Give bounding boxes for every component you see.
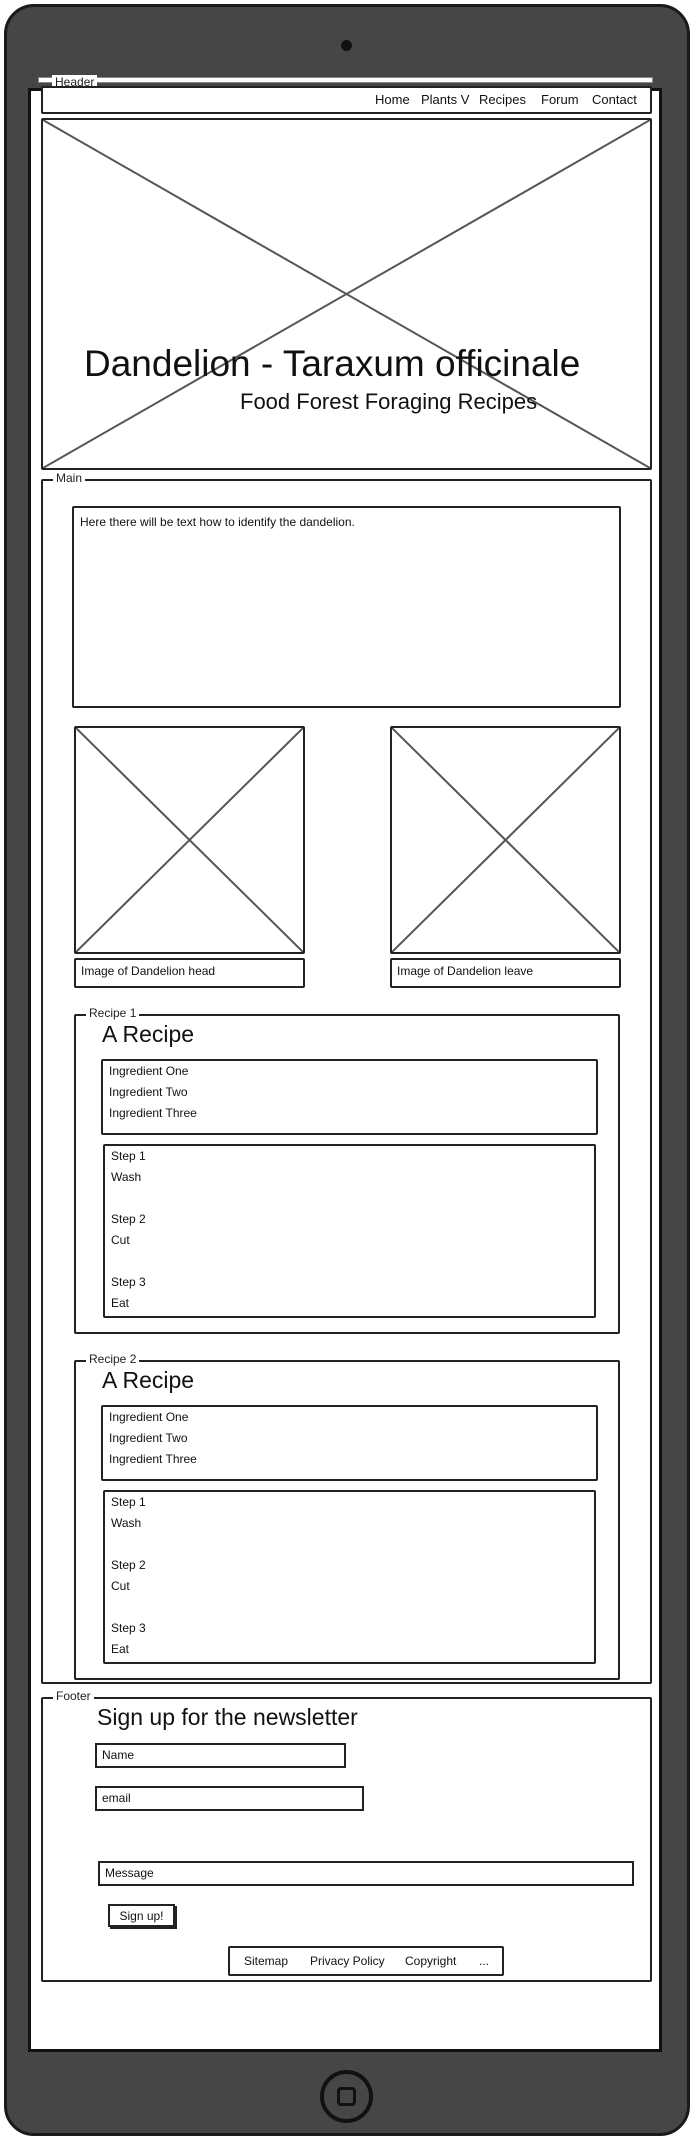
steps-box: Step 1 Wash Step 2 Cut Step 3 Eat bbox=[103, 1144, 596, 1318]
home-square-icon bbox=[337, 2087, 356, 2106]
hero-title: Dandelion - Taraxum officinale bbox=[84, 343, 581, 384]
image-placeholder-icon bbox=[43, 120, 650, 468]
image-placeholder-icon bbox=[392, 728, 619, 952]
nav-contact[interactable]: Contact bbox=[592, 92, 637, 108]
name-field[interactable]: Name bbox=[95, 1743, 346, 1768]
image-dandelion-leave bbox=[390, 726, 621, 954]
recipe-title: A Recipe bbox=[102, 1367, 195, 1393]
ingredients-box: Ingredient One Ingredient Two Ingredient… bbox=[101, 1059, 598, 1135]
nav-forum[interactable]: Forum bbox=[541, 92, 579, 108]
message-field[interactable]: Message bbox=[98, 1861, 634, 1886]
header-top-strip bbox=[38, 77, 653, 83]
image-caption: Image of Dandelion leave bbox=[390, 958, 621, 988]
steps-list: Step 1 Wash Step 2 Cut Step 3 Eat bbox=[111, 1495, 146, 1656]
ingredients-list: Ingredient One Ingredient Two Ingredient… bbox=[109, 1410, 197, 1466]
recipe-legend: Recipe 2 bbox=[86, 1352, 140, 1366]
nav-recipes[interactable]: Recipes bbox=[479, 92, 526, 108]
intro-text-box: Here there will be text how to identify … bbox=[72, 506, 621, 708]
steps-list: Step 1 Wash Step 2 Cut Step 3 Eat bbox=[111, 1149, 146, 1310]
hero-image-placeholder bbox=[41, 118, 652, 470]
nav-plants[interactable]: Plants V bbox=[421, 92, 469, 108]
footer-link-privacy-policy[interactable]: Privacy Policy bbox=[310, 1953, 385, 1969]
email-field[interactable]: email bbox=[95, 1786, 364, 1811]
recipe-title: A Recipe bbox=[102, 1021, 195, 1047]
main-legend: Main bbox=[53, 471, 86, 485]
footer-section bbox=[41, 1697, 652, 1982]
footer-link-copyright[interactable]: Copyright bbox=[405, 1953, 456, 1969]
steps-box: Step 1 Wash Step 2 Cut Step 3 Eat bbox=[103, 1490, 596, 1664]
camera-icon bbox=[341, 40, 352, 51]
newsletter-title: Sign up for the newsletter bbox=[97, 1704, 358, 1730]
image-placeholder-icon bbox=[76, 728, 303, 952]
signup-button[interactable]: Sign up! bbox=[108, 1904, 175, 1927]
recipe-legend: Recipe 1 bbox=[86, 1006, 140, 1020]
intro-text: Here there will be text how to identify … bbox=[80, 515, 355, 529]
footer-legend: Footer bbox=[53, 1689, 94, 1703]
footer-link-sitemap[interactable]: Sitemap bbox=[244, 1953, 288, 1969]
image-caption: Image of Dandelion head bbox=[74, 958, 305, 988]
ingredients-box: Ingredient One Ingredient Two Ingredient… bbox=[101, 1405, 598, 1481]
ingredients-list: Ingredient One Ingredient Two Ingredient… bbox=[109, 1064, 197, 1120]
nav-home[interactable]: Home bbox=[375, 92, 410, 108]
hero-subtitle: Food Forest Foraging Recipes bbox=[240, 389, 538, 414]
footer-link-more[interactable]: ... bbox=[479, 1953, 489, 1969]
image-dandelion-head bbox=[74, 726, 305, 954]
